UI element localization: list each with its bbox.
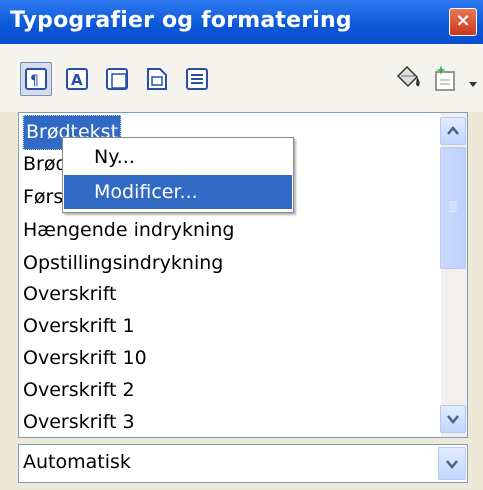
- close-icon: ×: [455, 10, 471, 31]
- chevron-down-icon: [446, 460, 458, 469]
- window-title: Typografier og formatering: [10, 8, 352, 33]
- list-item[interactable]: Overskrift: [23, 278, 117, 311]
- list-styles-button[interactable]: [184, 66, 210, 92]
- new-label: Ny...: [94, 146, 135, 168]
- new-style-from-selection-button[interactable]: [430, 62, 464, 94]
- new-style-icon: [435, 65, 455, 91]
- character-styles-button[interactable]: A: [64, 66, 90, 92]
- paint-bucket-icon: [396, 65, 420, 88]
- grip-icon: [449, 201, 457, 212]
- style-filter-value: Automatisk: [23, 451, 131, 473]
- list-item[interactable]: Overskrift 10: [23, 342, 147, 375]
- list-styles-icon: [186, 68, 208, 90]
- list-item[interactable]: Overskrift 2: [23, 374, 135, 407]
- close-button[interactable]: ×: [449, 8, 477, 36]
- title-bar: Typografier og formatering ×: [0, 0, 483, 44]
- page-styles-button[interactable]: [144, 66, 170, 92]
- character-styles-icon: A: [66, 68, 88, 90]
- list-item[interactable]: Overskrift 1: [23, 310, 135, 343]
- context-menu-modify[interactable]: Modificer...: [64, 175, 292, 209]
- svg-text:A: A: [71, 71, 83, 89]
- chevron-down-icon: [447, 415, 459, 424]
- chevron-up-icon: [447, 126, 459, 135]
- toolbar: ¶ A: [0, 44, 483, 112]
- scroll-down-button[interactable]: [440, 405, 466, 433]
- page-styles-icon: [147, 68, 167, 90]
- context-menu: Ny... Modificer...: [62, 137, 294, 213]
- style-filter-select[interactable]: Automatisk: [18, 444, 468, 483]
- scroll-up-button[interactable]: [440, 117, 466, 145]
- fill-format-button[interactable]: [392, 62, 424, 94]
- vertical-scrollbar[interactable]: [440, 113, 467, 437]
- svg-text:¶: ¶: [30, 73, 39, 89]
- paragraph-styles-icon: ¶: [25, 68, 47, 90]
- paragraph-styles-button[interactable]: ¶: [20, 62, 52, 96]
- style-filter-dropdown-button[interactable]: [438, 447, 466, 480]
- list-item[interactable]: Hængende indrykning: [23, 214, 234, 247]
- modify-label: Modificer...: [94, 181, 198, 203]
- chevron-down-icon: [469, 82, 477, 87]
- new-style-dropdown-arrow[interactable]: [468, 74, 478, 93]
- frame-styles-icon: [106, 68, 128, 90]
- list-item[interactable]: Opstillingsindrykning: [23, 247, 223, 280]
- list-item[interactable]: Overskrift 3: [23, 406, 135, 439]
- frame-styles-button[interactable]: [104, 66, 130, 92]
- context-menu-new[interactable]: Ny...: [64, 140, 292, 174]
- scrollbar-thumb[interactable]: [440, 147, 466, 269]
